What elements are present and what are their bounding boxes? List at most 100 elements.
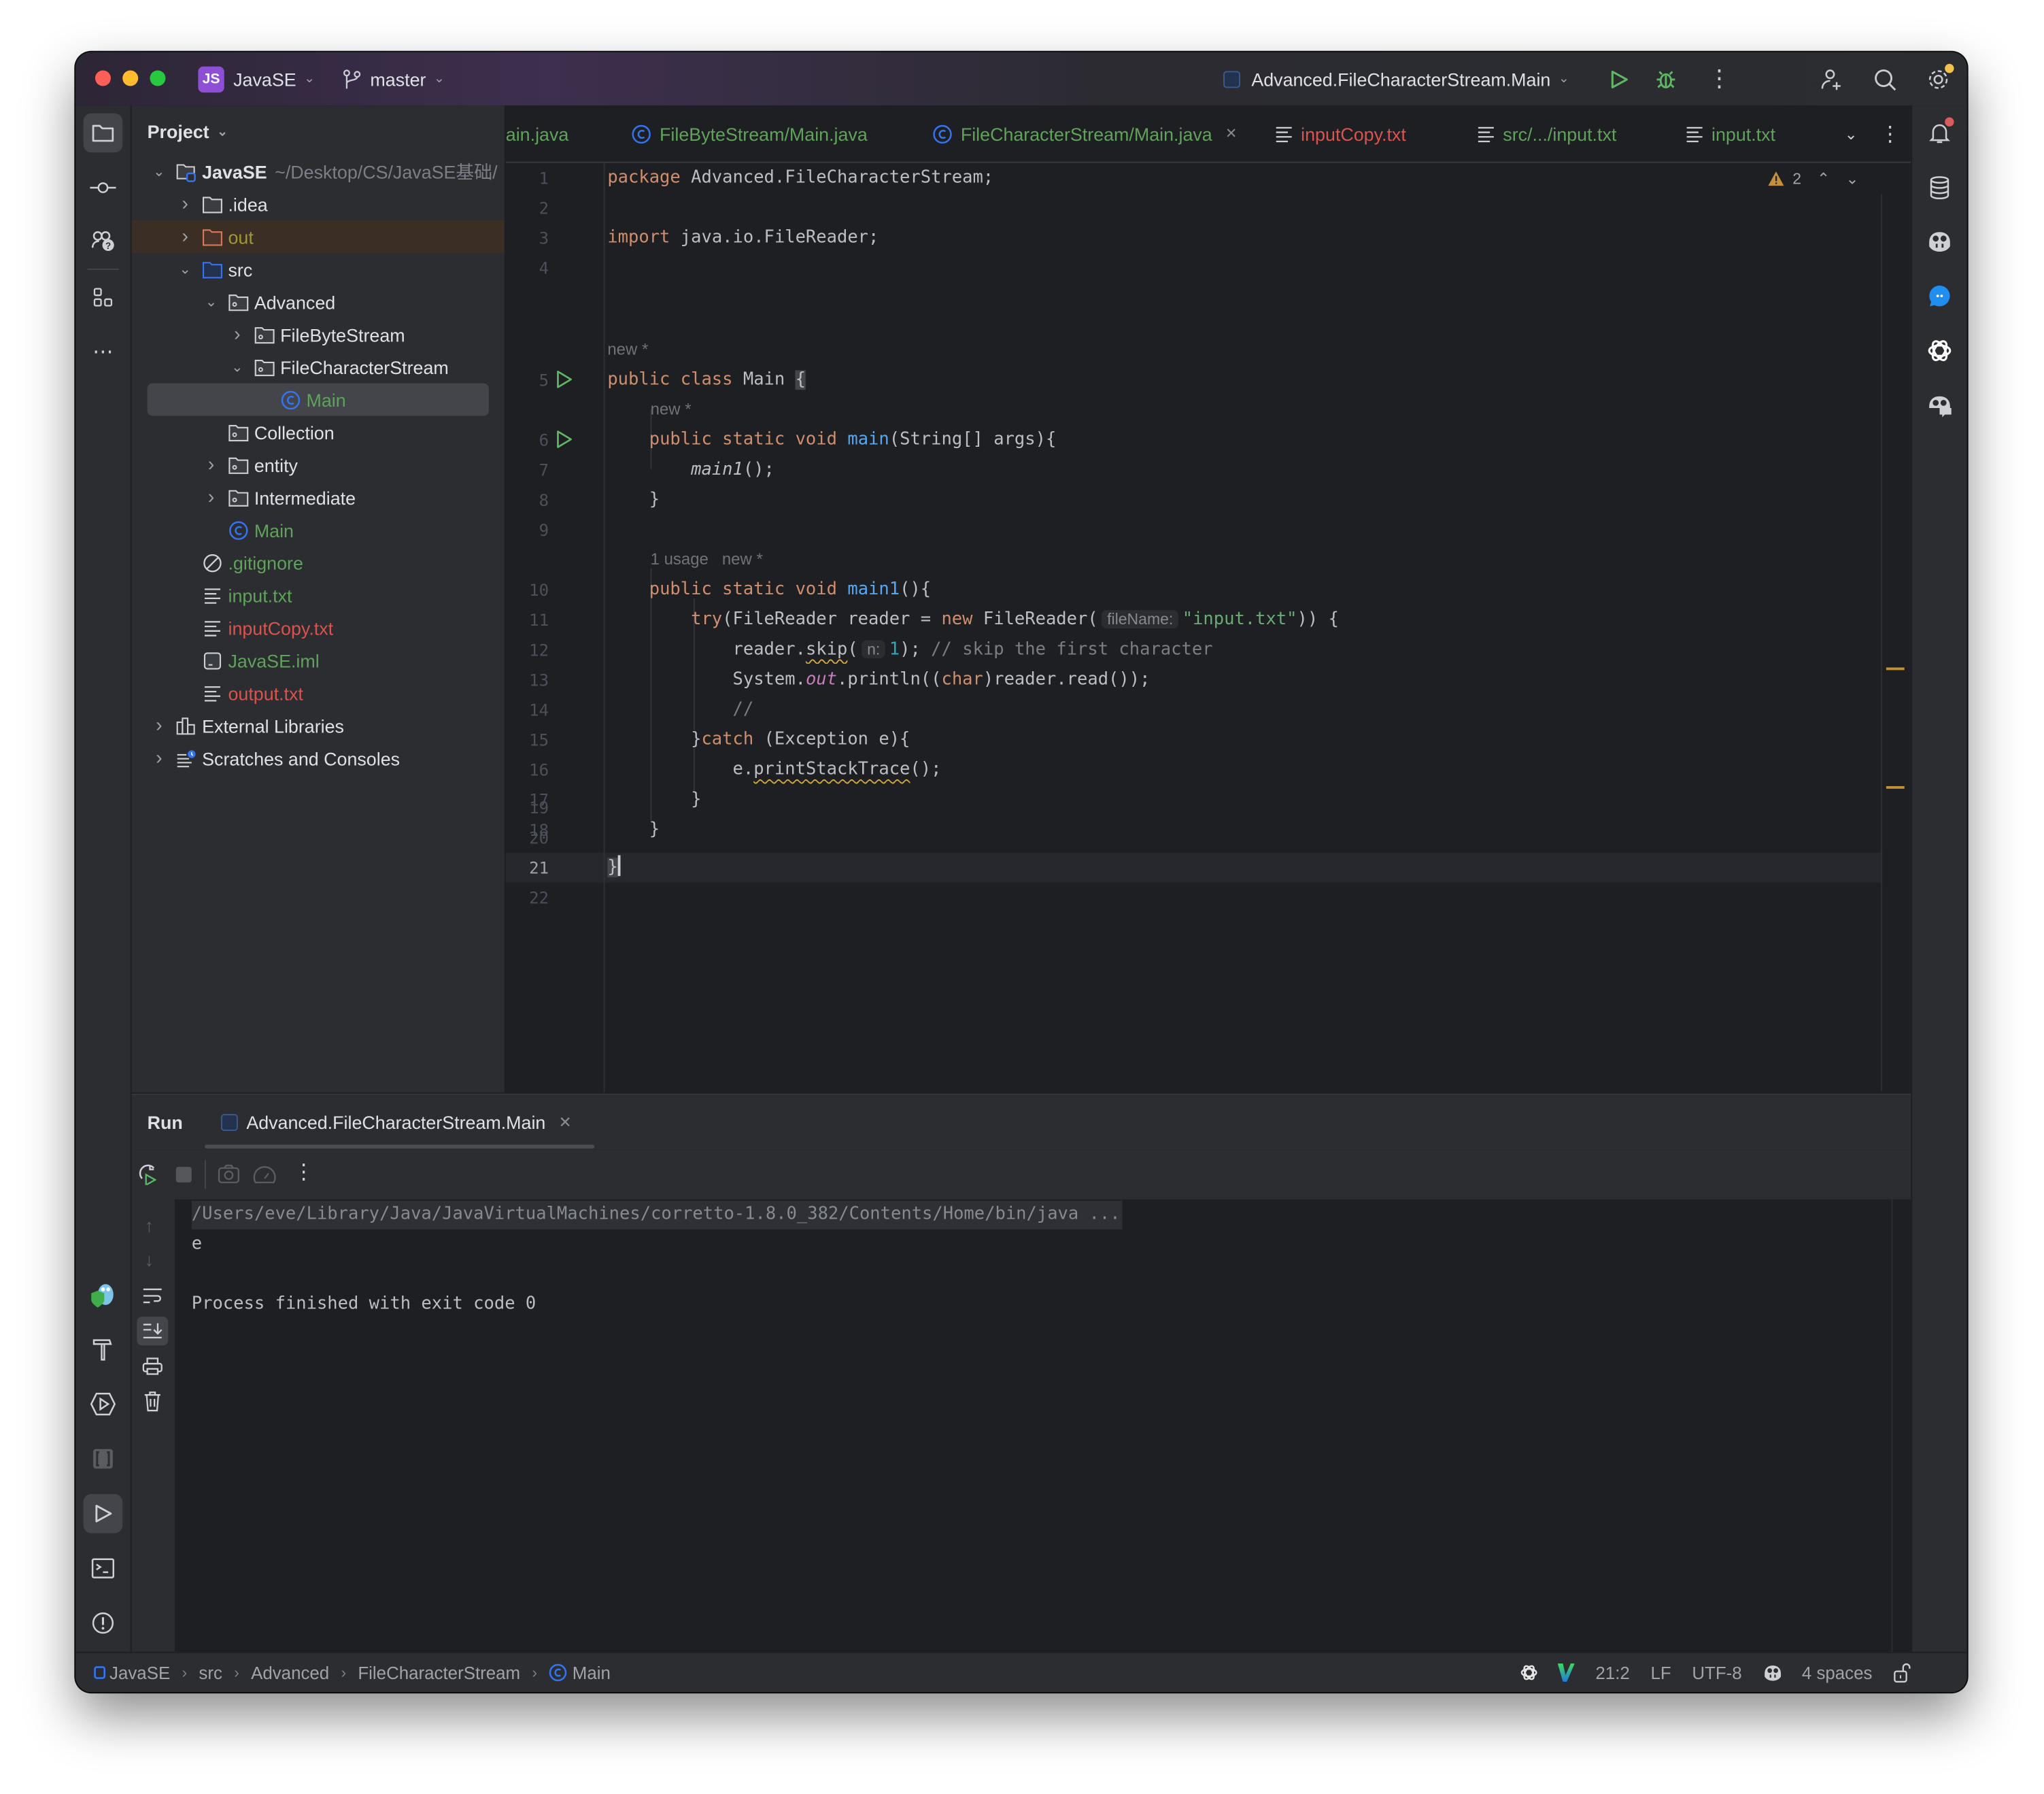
rerun-button[interactable] bbox=[138, 1164, 159, 1185]
tree-item[interactable]: .gitignore bbox=[132, 546, 505, 579]
scroll-to-end-button[interactable] bbox=[137, 1317, 169, 1346]
chevron-right-icon[interactable]: › bbox=[176, 226, 194, 248]
run-tool-button[interactable] bbox=[83, 1493, 123, 1534]
editor-tab[interactable]: FileByteStream/Main.java bbox=[631, 105, 868, 161]
chevron-right-icon[interactable]: › bbox=[228, 323, 246, 345]
project-switcher[interactable]: JS JavaSE ⌄ bbox=[198, 52, 315, 106]
caret-position[interactable]: 21:2 bbox=[1595, 1663, 1629, 1682]
indent-settings[interactable]: 4 spaces bbox=[1802, 1663, 1873, 1682]
previous-highlight-button[interactable]: ⌃ bbox=[1817, 169, 1830, 188]
run-config-selector[interactable]: Advanced.FileCharacterStream.Main ⌄ bbox=[1223, 52, 1569, 106]
ai-help-tool-button[interactable]: ? bbox=[84, 222, 123, 261]
tree-item[interactable]: Main bbox=[132, 513, 505, 546]
add-user-button[interactable] bbox=[1820, 52, 1843, 106]
line-number[interactable]: 15 bbox=[506, 725, 549, 755]
tree-item[interactable]: output.txt bbox=[132, 677, 505, 709]
run-gutter-icon[interactable] bbox=[556, 430, 574, 449]
console-scrollbar[interactable] bbox=[1891, 1199, 1911, 1653]
line-separator[interactable]: LF bbox=[1650, 1663, 1671, 1682]
project-tool-button[interactable] bbox=[83, 113, 123, 153]
next-highlight-button[interactable]: ⌄ bbox=[1845, 169, 1858, 188]
chevron-right-icon[interactable]: › bbox=[202, 454, 220, 476]
vertical-scrollbar[interactable] bbox=[1881, 194, 1883, 1091]
search-everywhere-button[interactable] bbox=[1873, 52, 1897, 106]
line-number[interactable]: 14 bbox=[506, 695, 549, 725]
breadcrumb-item[interactable]: JavaSE bbox=[109, 1663, 170, 1682]
run-tab[interactable]: Advanced.FileCharacterStream.Main ✕ bbox=[220, 1095, 572, 1150]
more-actions-button[interactable]: ⋮ bbox=[1707, 52, 1731, 106]
author-hint[interactable]: new * bbox=[651, 395, 692, 425]
debug-button[interactable] bbox=[1654, 52, 1678, 106]
run-more-button[interactable]: ⋮ bbox=[293, 1159, 314, 1185]
close-tab-button[interactable]: ✕ bbox=[1225, 125, 1238, 142]
chevron-right-icon[interactable]: › bbox=[176, 193, 194, 216]
close-window-button[interactable] bbox=[95, 70, 111, 86]
console-command-line[interactable]: /Users/eve/Library/Java/JavaVirtualMachi… bbox=[191, 1200, 1123, 1230]
soft-wrap-button[interactable] bbox=[142, 1287, 163, 1305]
chevron-down-icon[interactable]: ⌄ bbox=[228, 358, 246, 375]
editor-tab-active[interactable]: FileCharacterStream/Main.java ✕ bbox=[932, 105, 1238, 161]
tree-item[interactable]: › Intermediate bbox=[132, 481, 505, 513]
console-output[interactable]: /Users/eve/Library/Java/JavaVirtualMachi… bbox=[176, 1200, 1893, 1653]
line-number[interactable]: 7 bbox=[506, 455, 549, 485]
editor-tab[interactable]: input.txt bbox=[1686, 105, 1775, 161]
editor-tab[interactable]: ain.java bbox=[506, 105, 569, 161]
tree-item[interactable]: › FileByteStream bbox=[132, 318, 505, 351]
tree-item[interactable]: ⌄ JavaSE ~/Desktop/CS/JavaSE基础/ bbox=[132, 155, 505, 188]
project-panel-title[interactable]: Project ⌄ bbox=[148, 121, 228, 142]
line-number[interactable]: 9 bbox=[506, 515, 549, 545]
terminal-tool-button[interactable] bbox=[84, 1548, 123, 1588]
author-hint[interactable]: new * bbox=[607, 335, 648, 365]
security-plugin-button[interactable] bbox=[84, 1275, 123, 1315]
line-number[interactable]: 16 bbox=[506, 755, 549, 785]
tree-item[interactable]: › Scratches and Consoles bbox=[132, 742, 505, 775]
more-tools-button[interactable]: ⋯ bbox=[84, 333, 123, 372]
screenshot-button[interactable] bbox=[218, 1164, 240, 1184]
line-number[interactable]: 4 bbox=[506, 253, 549, 283]
line-number[interactable]: 3 bbox=[506, 223, 549, 253]
editor-tab[interactable]: src/.../input.txt bbox=[1477, 105, 1616, 161]
branch-switcher[interactable]: master ⌄ bbox=[343, 52, 445, 106]
usages-hint[interactable]: 1 usage new * bbox=[651, 545, 763, 575]
profiler-button[interactable] bbox=[253, 1164, 277, 1185]
chevron-down-icon[interactable]: ⌄ bbox=[150, 163, 168, 180]
line-number[interactable]: 5 bbox=[506, 365, 549, 395]
commit-tool-button[interactable] bbox=[84, 168, 123, 207]
line-number[interactable]: 13 bbox=[506, 665, 549, 695]
line-number[interactable]: 1 bbox=[506, 163, 549, 193]
editor-tab[interactable]: inputCopy.txt bbox=[1275, 105, 1406, 161]
warning-marker[interactable] bbox=[1886, 667, 1905, 671]
openai-status-icon[interactable] bbox=[1520, 1663, 1538, 1682]
tree-item[interactable]: › External Libraries bbox=[132, 709, 505, 742]
notifications-button[interactable] bbox=[1920, 114, 1960, 153]
unlock-icon[interactable] bbox=[1893, 1662, 1911, 1683]
warning-method[interactable]: skip bbox=[806, 640, 847, 660]
line-number[interactable]: 11 bbox=[506, 605, 549, 634]
warning-marker[interactable] bbox=[1886, 785, 1905, 789]
tree-item[interactable]: › entity bbox=[132, 448, 505, 481]
problems-tool-button[interactable] bbox=[84, 1604, 123, 1643]
chevron-down-icon[interactable]: ⌄ bbox=[176, 260, 194, 277]
line-number[interactable]: 22 bbox=[506, 883, 549, 913]
inspection-widget[interactable]: 2 ⌃ ⌄ bbox=[1768, 169, 1859, 188]
vim-icon[interactable] bbox=[1556, 1662, 1575, 1683]
author-hint[interactable]: new * bbox=[722, 550, 763, 569]
chevron-right-icon[interactable]: › bbox=[150, 715, 168, 737]
minimize-window-button[interactable] bbox=[122, 70, 139, 86]
breadcrumb-item[interactable]: src bbox=[199, 1663, 222, 1682]
tree-item[interactable]: ⌄ Advanced bbox=[132, 286, 505, 318]
build-tool-button[interactable] bbox=[84, 1330, 123, 1369]
tree-item[interactable]: Main bbox=[147, 383, 489, 416]
copilot-chat-button[interactable] bbox=[1920, 386, 1960, 425]
usages-count[interactable]: 1 usage bbox=[651, 550, 709, 569]
scroll-up-button[interactable]: ↑ bbox=[145, 1215, 154, 1236]
tree-item[interactable]: ⌄ FileCharacterStream bbox=[132, 351, 505, 384]
tree-item[interactable]: input.txt bbox=[132, 579, 505, 611]
database-tool-button[interactable] bbox=[1920, 168, 1960, 207]
maximize-window-button[interactable] bbox=[150, 70, 166, 86]
copilot-status-icon[interactable] bbox=[1762, 1663, 1784, 1682]
line-number[interactable]: 19 bbox=[506, 793, 549, 823]
line-number[interactable]: 10 bbox=[506, 575, 549, 605]
services-tool-button[interactable] bbox=[84, 1385, 123, 1424]
scroll-down-button[interactable]: ↓ bbox=[145, 1249, 154, 1270]
